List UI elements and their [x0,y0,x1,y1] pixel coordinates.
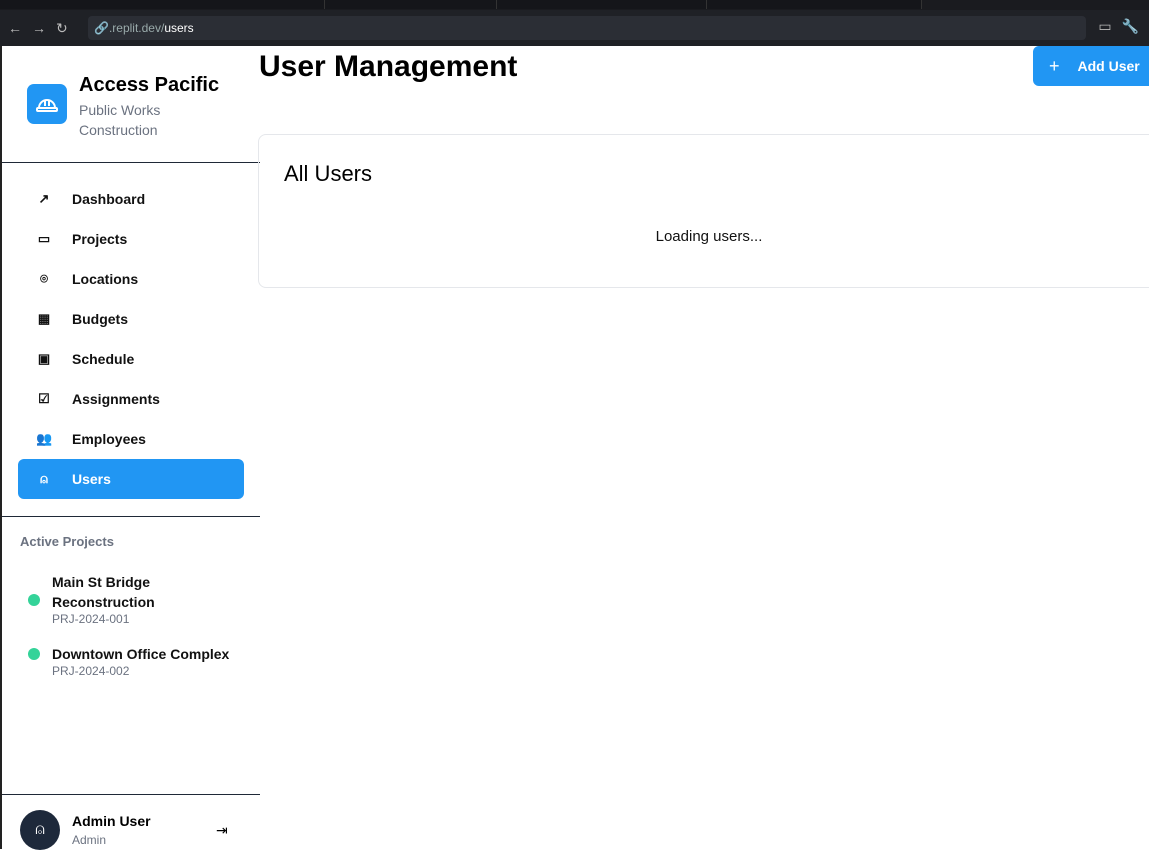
wrench-icon[interactable]: 🔧 [1122,18,1139,35]
sidebar-item-users[interactable]: ⍝ Users [18,459,244,499]
plus-icon: + [1049,55,1060,76]
status-dot [28,648,40,660]
user-profile: ⍝ Admin User Admin [20,810,151,850]
sidebar-item-locations[interactable]: ⌾ Locations [18,259,244,299]
project-item[interactable]: Main St Bridge Reconstruction PRJ-2024-00… [28,572,162,626]
sidebar-item-label: Budgets [72,311,128,327]
tab[interactable] [497,0,707,9]
tab[interactable] [325,0,497,9]
check-square-icon: ☑ [38,391,50,406]
folder-icon: ▭ [37,231,51,246]
address-bar[interactable]: 🔗.replit.dev/users [88,16,1086,40]
loading-message: Loading users... [655,228,763,245]
users-icon: 👥 [36,431,53,446]
project-name: Downtown Office Complex [52,646,230,662]
brand-subtitle: Public Works Construction [79,102,161,138]
tab[interactable] [0,0,325,9]
project-code: PRJ-2024-001 [52,612,130,626]
users-card: All Users Loading users... [258,134,1149,288]
sidebar-item-label: Assignments [72,391,160,407]
sidebar-item-label: Users [72,471,111,487]
devices-icon[interactable]: ▭ [1098,18,1111,35]
project-code: PRJ-2024-002 [52,664,130,678]
sidebar-item-label: Schedule [72,351,135,367]
add-user-label: Add User [1077,58,1140,74]
brand-name: Access Pacific [79,74,220,96]
sidebar-item-budgets[interactable]: ▦ Budgets [18,299,244,339]
divider [2,162,260,163]
sidebar-item-schedule[interactable]: ▣ Schedule [18,339,244,379]
project-item[interactable]: Downtown Office Complex PRJ-2024-002 [28,644,229,678]
divider [2,794,260,795]
map-pin-icon: ⌾ [40,271,48,286]
link-icon: 🔗 [94,21,109,35]
sidebar-nav: ↗ Dashboard ▭ Projects ⌾ Locations ▦ Budgets ▣ Sc… [18,179,244,499]
sidebar-item-assignments[interactable]: ☑ Assignments [18,379,244,419]
card-title: All Users [284,161,373,186]
active-projects-heading: Active Projects [20,534,114,549]
user-name: Admin User [72,813,151,829]
url-path: users [164,21,194,35]
url-host: .replit.dev/ [108,21,165,35]
project-name: Main St Bridge Reconstruction [52,574,155,610]
add-user-button[interactable]: + Add User [1033,46,1149,86]
browser-toolbar: ← → ↻ 🔗.replit.dev/users ▭ 🔧 [0,10,1149,46]
forward-icon[interactable]: → [32,20,46,36]
browser-tabs [0,0,1149,10]
sidebar-item-label: Dashboard [72,191,146,207]
user-role: Admin [72,833,107,847]
sidebar-item-label: Locations [72,271,139,287]
reload-icon[interactable]: ↻ [56,20,68,37]
status-dot [28,594,40,606]
chart-line-icon: ↗ [38,191,50,206]
sidebar-item-label: Projects [72,231,128,247]
calendar-icon: ▣ [37,351,51,366]
tab[interactable] [707,0,922,9]
sidebar-item-projects[interactable]: ▭ Projects [18,219,244,259]
logout-icon[interactable]: ⇥ [216,822,228,839]
sidebar-item-label: Employees [72,431,146,447]
sidebar-item-dashboard[interactable]: ↗ Dashboard [18,179,244,219]
page-title: User Management [259,50,518,83]
back-icon[interactable]: ← [8,20,22,36]
hard-hat-icon [27,84,67,124]
calculator-icon: ▦ [37,311,51,326]
divider [2,516,260,517]
sidebar: Access Pacific Public Works Construction… [0,46,260,850]
sidebar-item-employees[interactable]: 👥 Employees [18,419,244,459]
avatar: ⍝ [20,810,60,850]
user-icon: ⍝ [40,471,48,486]
